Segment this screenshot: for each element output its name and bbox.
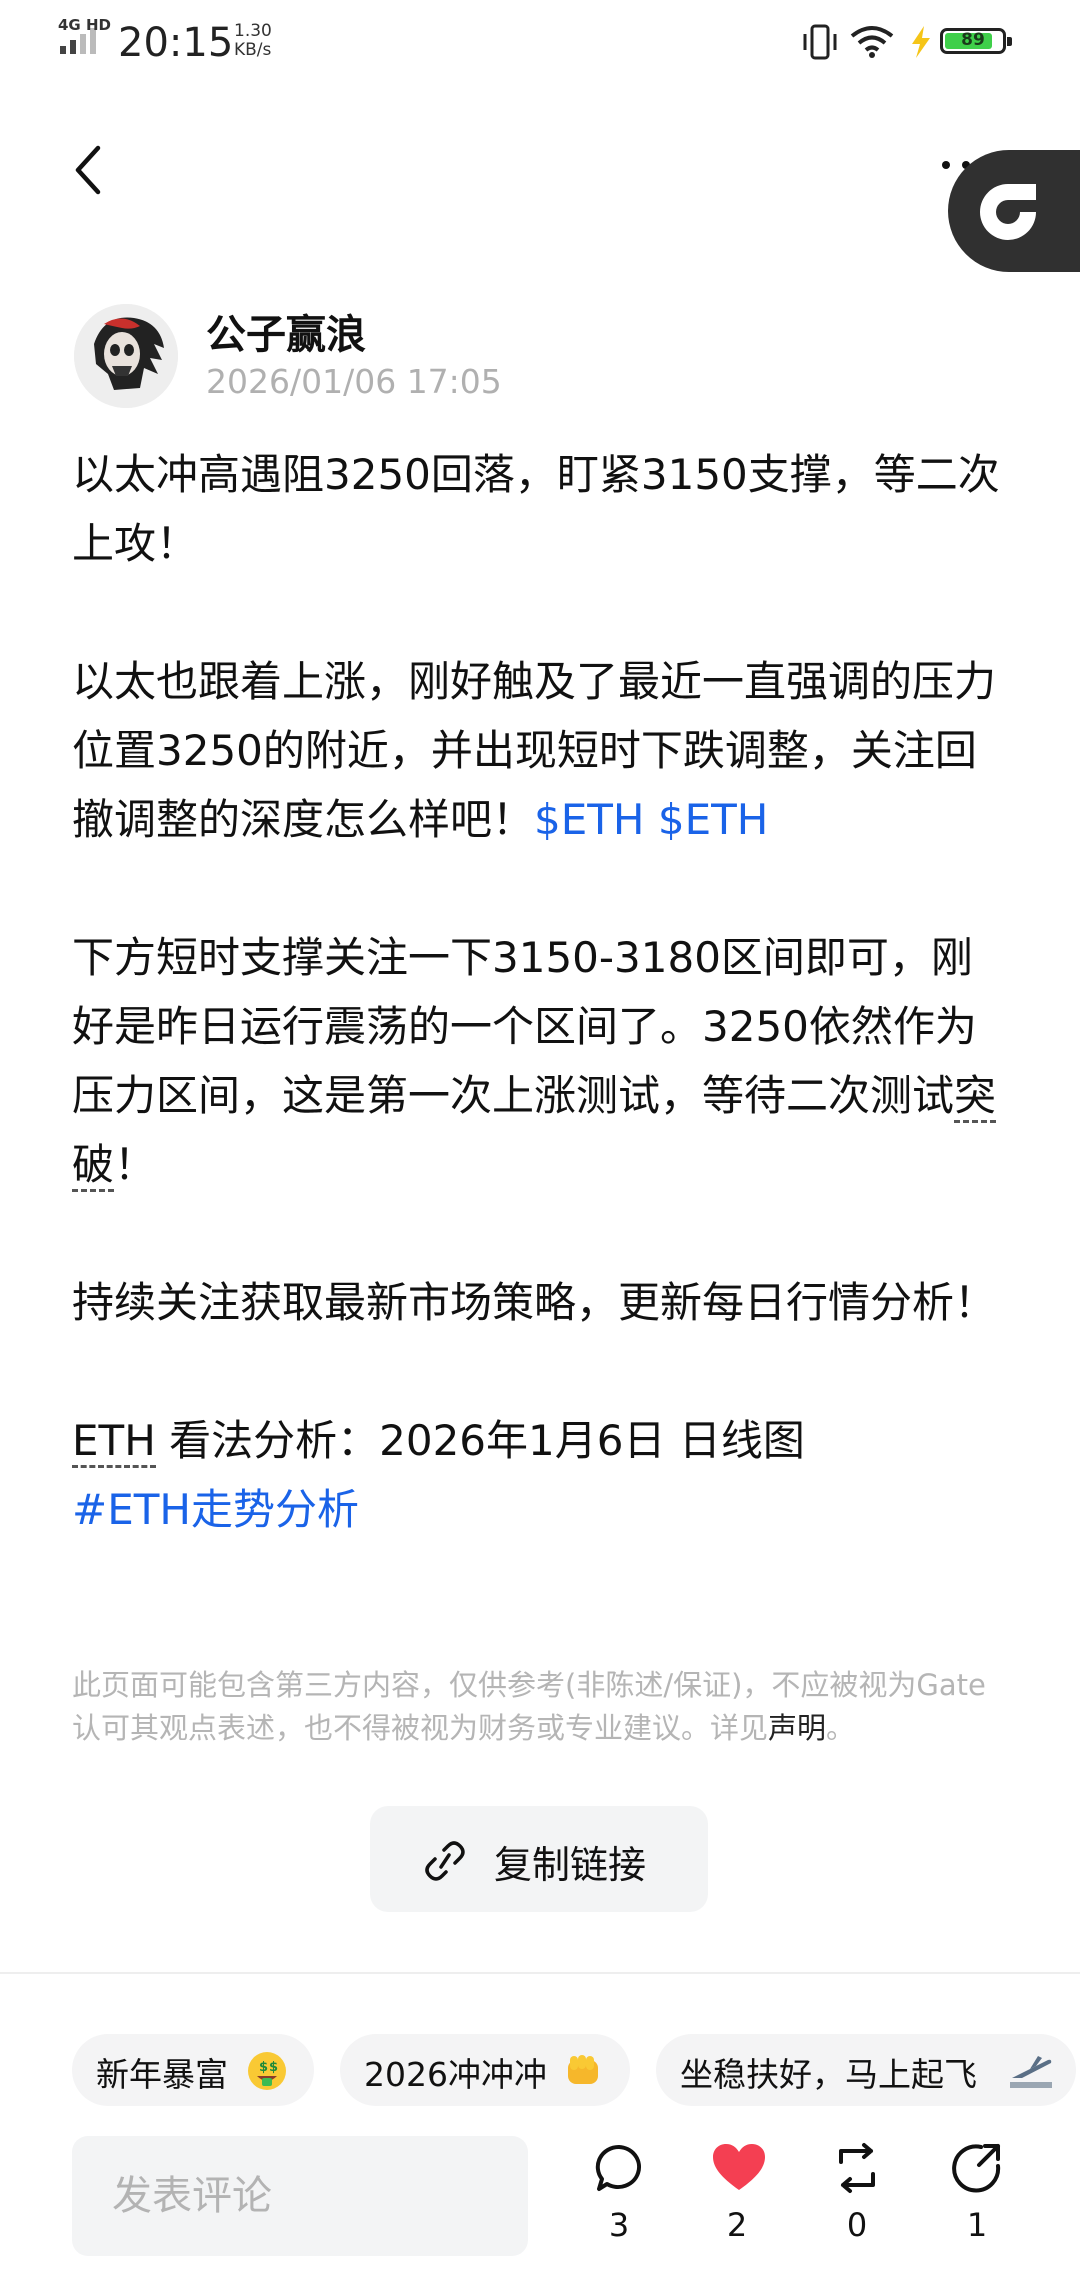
airplane-departure-emoji-icon: [1010, 2056, 1052, 2088]
post-paragraph: 下方短时支撑关注一下3150-3180区间即可，刚好是昨日运行震荡的一个区间了。…: [72, 923, 1012, 1199]
link-icon: [425, 1841, 465, 1881]
post-paragraph: 持续关注获取最新市场策略，更新每日行情分析！: [72, 1278, 997, 1327]
comment-button[interactable]: 3: [574, 2142, 664, 2262]
reaction-chip[interactable]: 坐稳扶好，马上起飞: [656, 2034, 1076, 2106]
post-paragraph: 以太也跟着上涨，刚好触及了最近一直强调的压力位置3250的附近，并出现短时下跌调…: [72, 657, 997, 844]
refresh-icon: [980, 184, 1036, 240]
fist-emoji-icon: [568, 2055, 598, 2084]
post-content: 以太冲高遇阻3250回落，盯紧3150支撑，等二次上攻！ 以太也跟着上涨，刚好触…: [72, 440, 1012, 1544]
glossary-term[interactable]: ETH: [72, 1416, 156, 1468]
reaction-chip[interactable]: 2026冲冲冲: [340, 2034, 630, 2106]
chip-label: 新年暴富: [96, 2055, 228, 2094]
status-bar: 4G HD 20:15 1.30 KB/s 89: [0, 0, 1080, 84]
post-paragraph: 以太冲高遇阻3250回落，盯紧3150支撑，等二次上攻！: [72, 450, 1000, 568]
repost-count: 0: [846, 2206, 868, 2244]
comment-input[interactable]: [72, 2136, 528, 2256]
author-avatar[interactable]: [74, 304, 178, 408]
share-button[interactable]: 1: [932, 2142, 1022, 2262]
svg-text:$: $: [259, 2060, 268, 2075]
share-count: 1: [966, 2206, 988, 2244]
battery-level: 89: [961, 30, 985, 50]
copy-link-label: 复制链接: [494, 1843, 647, 1887]
post-timestamp: 2026/01/06 17:05: [206, 362, 502, 401]
author-name[interactable]: 公子赢浪: [206, 302, 366, 360]
chip-label: 坐稳扶好，马上起飞: [680, 2055, 977, 2094]
hashtag-link[interactable]: #ETH走势分析: [72, 1485, 359, 1534]
floating-assistant-button[interactable]: [948, 150, 1080, 272]
status-time: 20:15: [118, 20, 234, 66]
back-arrow-icon: [75, 145, 101, 195]
reaction-chip[interactable]: 新年暴富 $ $: [72, 2034, 314, 2106]
avatar-image: [74, 304, 178, 408]
post-paragraph: ETH 看法分析：2026年1月6日 日线图 #ETH走势分析: [72, 1416, 805, 1534]
charging-icon: [912, 26, 930, 58]
wifi-icon: [850, 26, 894, 58]
back-button[interactable]: [64, 140, 116, 200]
repost-icon: [839, 2143, 875, 2193]
copy-link-button[interactable]: 复制链接: [370, 1806, 708, 1912]
repost-button[interactable]: 0: [812, 2142, 902, 2262]
disclaimer: 此页面可能包含第三方内容，仅供参考(非陈述/保证)，不应被视为Gate认可其观点…: [72, 1668, 986, 1745]
comment-count: 3: [608, 2206, 630, 2244]
svg-text:$: $: [269, 2060, 278, 2075]
heart-icon: [713, 2144, 765, 2190]
money-face-emoji-icon: $ $: [248, 2052, 286, 2090]
like-button[interactable]: 2: [692, 2142, 782, 2262]
divider: [0, 1972, 1080, 1974]
eth-ticker-link[interactable]: $ETH: [534, 795, 645, 844]
like-count: 2: [726, 2206, 748, 2244]
share-arrow-icon: [952, 2144, 1001, 2193]
chip-label: 2026冲冲冲: [364, 2055, 547, 2094]
vibrate-icon: [803, 24, 837, 60]
disclaimer-link[interactable]: 声明: [768, 1711, 826, 1745]
eth-ticker-link[interactable]: $ETH: [658, 795, 769, 844]
comment-bubble-icon: [595, 2144, 642, 2191]
status-icons: 89: [800, 22, 1020, 62]
battery-icon: 89: [940, 28, 1012, 54]
network-type: 4G HD: [58, 16, 111, 34]
network-speed: 1.30 KB/s: [234, 21, 272, 60]
